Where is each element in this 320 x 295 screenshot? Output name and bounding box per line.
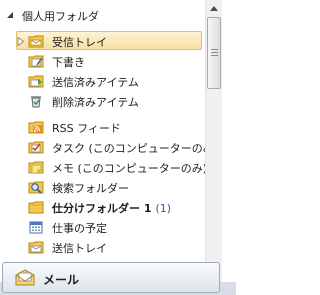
vertical-scrollbar[interactable] xyxy=(205,0,222,282)
folder-group-header[interactable]: 個人用フォルダ xyxy=(0,0,205,30)
folder-item-rss-feeds[interactable]: RSS フィード xyxy=(0,117,205,137)
search-folder-icon xyxy=(28,181,44,194)
folder-group-label: 個人用フォルダ xyxy=(22,10,99,23)
folder-item-label-wrap: 仕分けフォルダー 1 (1) xyxy=(52,200,171,216)
folder-item-work-schedule[interactable]: 仕事の予定 xyxy=(0,217,205,237)
folder-item-label: 送信済みアイテム xyxy=(52,76,139,89)
collapse-arrow-icon[interactable] xyxy=(4,9,16,21)
outbox-icon xyxy=(28,241,44,254)
folder-item-deleted-items[interactable]: 削除済みアイテム xyxy=(0,91,205,111)
folder-item-label: 受信トレイ xyxy=(52,36,107,49)
folder-item-label: メモ (このコンピューターのみ) xyxy=(52,162,205,175)
folder-item-label: RSS フィード xyxy=(52,122,121,135)
folder-item-drafts[interactable]: 下書き xyxy=(0,51,205,71)
folder-item-search-folders[interactable]: 検索フォルダー xyxy=(0,177,205,197)
sent-items-icon xyxy=(28,75,44,88)
inbox-icon xyxy=(28,35,44,48)
folder-icon xyxy=(28,201,44,214)
deleted-items-icon xyxy=(31,96,41,108)
calendar-icon xyxy=(29,221,43,234)
expand-arrow-icon[interactable] xyxy=(17,37,25,46)
folder-item-label: 送信トレイ xyxy=(52,242,107,255)
drafts-icon xyxy=(28,55,44,68)
folder-item-tasks[interactable]: タスク (このコンピューターのみ) xyxy=(0,137,205,157)
thumb-grip xyxy=(211,49,218,50)
thumb-grip xyxy=(211,52,218,53)
folder-item-outbox[interactable]: 送信トレイ xyxy=(0,237,205,257)
thumb-grip xyxy=(211,55,218,56)
folder-item-label: 削除済みアイテム xyxy=(52,96,139,109)
tasks-icon xyxy=(28,141,44,154)
folder-item-label: 仕事の予定 xyxy=(52,222,107,235)
folder-item-inbox[interactable]: 受信トレイ xyxy=(0,31,205,51)
notes-icon xyxy=(28,161,44,174)
folder-item-sent-items[interactable]: 送信済みアイテム xyxy=(0,71,205,91)
folder-item-sorting-folder-1[interactable]: 仕分けフォルダー 1 (1) xyxy=(0,197,205,217)
folder-item-label: 仕分けフォルダー 1 xyxy=(52,202,152,215)
folder-item-label: 検索フォルダー xyxy=(52,182,129,195)
mail-nav-button[interactable]: メール xyxy=(2,262,220,293)
navigation-pane: 個人用フォルダ 受信トレイ 下書き 送信済みアイテム 削除済みアイテム RSS … xyxy=(0,0,236,295)
folder-item-label: 下書き xyxy=(52,56,85,69)
mail-icon xyxy=(15,269,35,286)
unread-count-badge: (1) xyxy=(155,202,172,215)
scroll-up-arrow-icon[interactable] xyxy=(206,0,222,17)
folder-item-label: タスク (このコンピューターのみ) xyxy=(52,142,205,155)
rss-feed-icon xyxy=(28,121,44,134)
folder-list: 受信トレイ 下書き 送信済みアイテム 削除済みアイテム RSS フィード タスク… xyxy=(0,30,205,282)
folder-item-notes[interactable]: メモ (このコンピューターのみ) xyxy=(0,157,205,177)
mail-nav-label: メール xyxy=(43,273,80,287)
pane-edge xyxy=(222,0,236,282)
scrollbar-thumb[interactable] xyxy=(207,17,221,89)
